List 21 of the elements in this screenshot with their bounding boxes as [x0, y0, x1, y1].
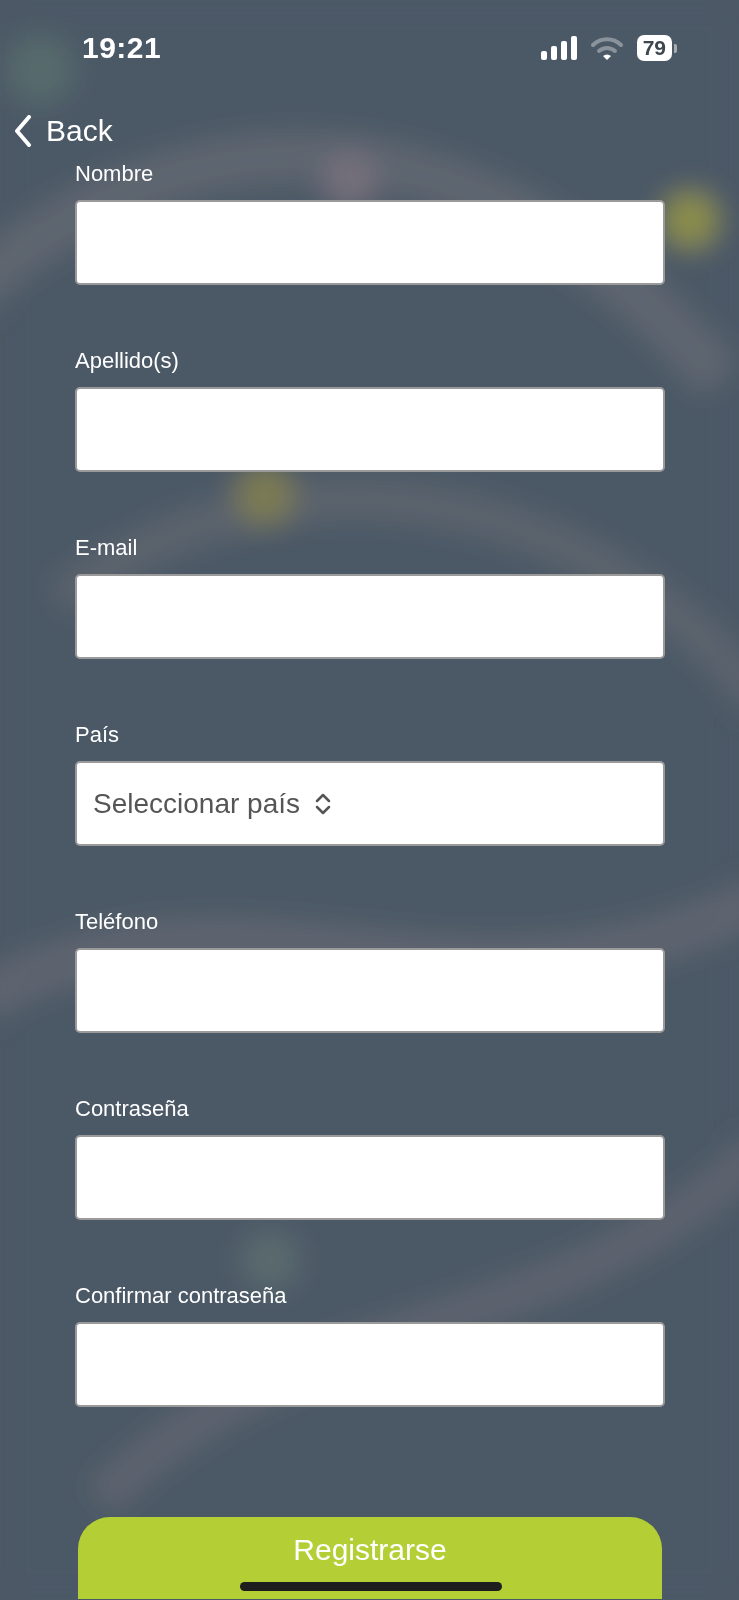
country-select[interactable]: Seleccionar país — [75, 761, 665, 846]
wifi-icon — [590, 36, 623, 60]
input-field[interactable] — [75, 1322, 665, 1407]
field-label: E-mail — [75, 536, 139, 560]
field-label: País — [75, 723, 121, 747]
up-down-chevron-icon — [314, 791, 332, 816]
field-label: Contraseña — [75, 1097, 190, 1121]
signal-icon — [540, 36, 577, 60]
input-field[interactable] — [75, 387, 665, 472]
input-field[interactable] — [75, 200, 665, 285]
chevron-left-icon — [14, 115, 32, 147]
input-field[interactable] — [75, 574, 665, 659]
field-label: Apellido(s) — [75, 349, 180, 373]
clock-time: 19:21 — [82, 31, 162, 65]
field-label: Teléfono — [75, 910, 160, 934]
battery-level: 79 — [636, 35, 672, 61]
field-label: Confirmar contraseña — [75, 1284, 288, 1308]
input-field[interactable] — [75, 1135, 665, 1220]
back-button[interactable]: Back — [14, 114, 113, 148]
input-field[interactable] — [75, 948, 665, 1033]
field-label: Nombre — [75, 162, 155, 186]
